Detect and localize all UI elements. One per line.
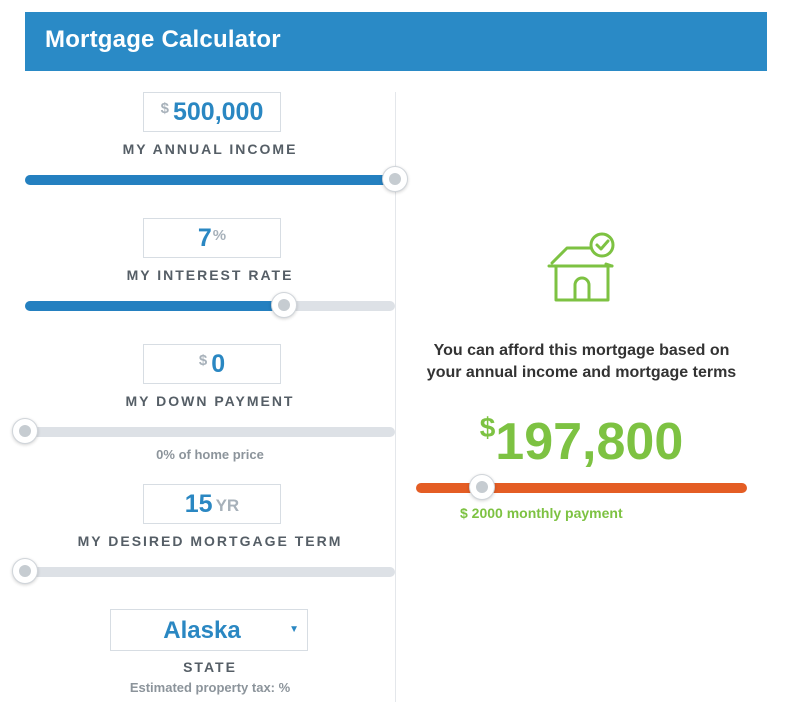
mortgage-term-value: 15 xyxy=(184,489,213,518)
house-check-icon xyxy=(546,232,618,307)
interest-rate-field[interactable]: 7 % xyxy=(143,218,281,258)
mortgage-term-slider[interactable] xyxy=(12,558,395,584)
dollar-prefix: $ xyxy=(198,352,208,369)
afford-message-line1: You can afford this mortgage based on xyxy=(433,342,730,359)
income-slider-fill xyxy=(25,175,395,185)
down-payment-label: MY DOWN PAYMENT xyxy=(125,393,295,409)
monthly-payment-text: $ 2000 monthly payment xyxy=(460,505,623,521)
income-label: MY ANNUAL INCOME xyxy=(122,141,298,157)
afford-message: You can afford this mortgage based on yo… xyxy=(396,340,767,384)
affordable-amount: $197,800 xyxy=(396,412,767,472)
income-value: 500,000 xyxy=(172,97,264,126)
state-label: STATE xyxy=(183,659,237,675)
interest-rate-slider-handle[interactable] xyxy=(271,292,297,318)
mortgage-term-field[interactable]: 15 YR xyxy=(143,484,281,524)
down-payment-value: 0 xyxy=(211,349,226,378)
interest-rate-slider[interactable] xyxy=(25,292,395,318)
state-selected-value: Alaska xyxy=(163,617,241,644)
chevron-down-icon: ▼ xyxy=(289,624,299,635)
mortgage-term-label: MY DESIRED MORTGAGE TERM xyxy=(77,533,343,549)
interest-rate-label: MY INTEREST RATE xyxy=(126,267,294,283)
dollar-prefix: $ xyxy=(160,100,169,117)
result-panel: You can afford this mortgage based on yo… xyxy=(396,72,767,727)
income-slider[interactable] xyxy=(25,166,408,192)
amount-value: 197,800 xyxy=(495,413,684,471)
year-suffix: YR xyxy=(215,496,240,515)
down-payment-slider-handle[interactable] xyxy=(12,418,38,444)
down-payment-field[interactable]: $ 0 xyxy=(143,344,281,384)
mortgage-term-slider-handle[interactable] xyxy=(12,558,38,584)
percent-suffix: % xyxy=(212,227,227,244)
down-payment-slider[interactable] xyxy=(12,418,395,444)
income-field[interactable]: $ 500,000 xyxy=(143,92,281,132)
monthly-payment-slider-handle[interactable] xyxy=(469,474,496,500)
state-select[interactable]: Alaska ▼ xyxy=(110,609,308,651)
interest-rate-value: 7 xyxy=(197,223,212,252)
monthly-payment-slider[interactable] xyxy=(416,474,747,500)
property-tax-note: Estimated property tax: % xyxy=(129,680,291,695)
down-payment-note: 0% of home price xyxy=(156,447,264,462)
inputs-panel: $ 500,000 MY ANNUAL INCOME 7 % MY INTERE… xyxy=(12,0,408,727)
interest-rate-slider-fill xyxy=(25,301,284,311)
amount-currency: $ xyxy=(479,412,496,443)
afford-message-line2: your annual income and mortgage terms xyxy=(426,364,737,381)
